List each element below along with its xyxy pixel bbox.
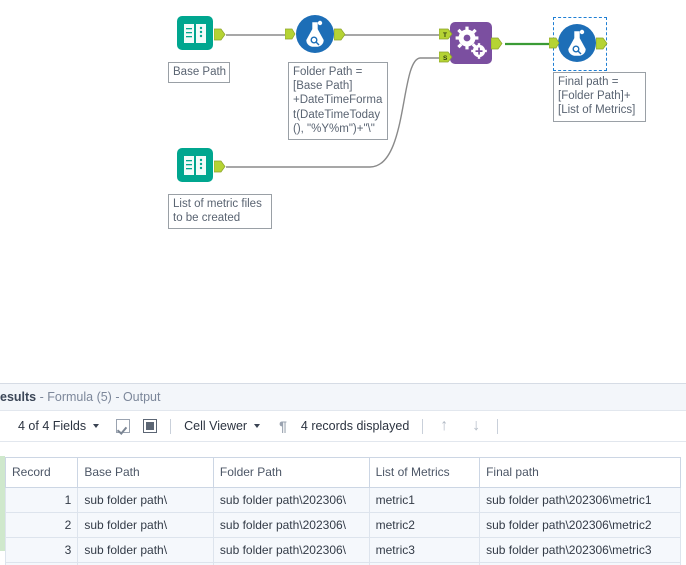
output-port[interactable] [334,28,346,42]
alteryx-designer-window: Base Path Folder Path = [Base Path] +Dat… [0,0,686,565]
records-displayed-label: 4 records displayed [301,419,409,433]
column-header-final-path[interactable]: Final path [480,458,681,488]
fields-selector[interactable]: 4 of 4 Fields [14,411,106,441]
cell-base-path: sub folder path\ [78,538,214,563]
input-port[interactable] [549,37,560,50]
node-text-input-base-path[interactable] [176,13,218,55]
chevron-down-icon [254,424,260,428]
annotation-metric-list: List of metric files to be created [168,194,272,229]
node-append-fields[interactable]: T S [450,22,496,68]
annotation-final-path: Final path = [Folder Path]+ [List of Met… [553,72,646,122]
table-row[interactable]: 1 sub folder path\ sub folder path\20230… [6,488,681,513]
arrow-up-icon: ↑ [436,418,452,434]
cell-list-of-metrics: metric1 [369,488,479,513]
results-title-strong: esults [0,390,36,404]
table-row[interactable]: 2 sub folder path\ sub folder path\20230… [6,513,681,538]
results-pane-title: esults - Formula (5) - Output [0,384,686,410]
svg-text:S: S [443,55,448,62]
cell-folder-path: sub folder path\202306\ [213,538,369,563]
output-port[interactable] [596,37,608,51]
table-row[interactable]: 3 sub folder path\ sub folder path\20230… [6,538,681,563]
checkbox-filled-icon [143,419,157,433]
column-header-base-path[interactable]: Base Path [78,458,214,488]
column-header-list-of-metrics[interactable]: List of Metrics [369,458,479,488]
cell-folder-path: sub folder path\202306\ [213,513,369,538]
node-formula-folder-path[interactable] [294,13,336,55]
cell-base-path: sub folder path\ [78,513,214,538]
results-title-rest: - Formula (5) - Output [36,390,160,404]
toolbar-separator [497,419,498,434]
next-record-button[interactable]: ↓ [464,411,488,441]
cell-record: 2 [6,513,78,538]
column-header-record[interactable]: Record [6,458,78,488]
node-formula-final-path[interactable] [556,22,598,64]
output-port[interactable] [214,160,226,174]
node-text-input-metric-list[interactable] [176,145,218,187]
table-header-row: Record Base Path Folder Path List of Met… [6,458,681,488]
results-pane: esults - Formula (5) - Output 4 of 4 Fie… [0,383,686,565]
arrow-down-icon: ↓ [468,418,484,434]
toolbar-separator [422,419,423,434]
input-port-t[interactable]: T [439,28,453,41]
records-displayed-status: 4 records displayed [297,411,413,441]
cell-final-path: sub folder path\202306\metric1 [480,488,681,513]
input-port[interactable] [285,28,296,41]
output-port[interactable] [491,37,503,51]
show-whitespace-button[interactable]: ¶ [275,411,291,441]
results-data-grid[interactable]: Record Base Path Folder Path List of Met… [5,457,681,565]
cell-record: 1 [6,488,78,513]
pilcrow-icon: ¶ [279,418,287,434]
cell-list-of-metrics: metric2 [369,513,479,538]
chevron-down-icon [93,424,99,428]
fields-selector-label: 4 of 4 Fields [18,419,86,433]
cell-record: 3 [6,538,78,563]
checkbox-checked-icon [116,419,130,433]
results-toolbar: 4 of 4 Fields Cell Viewer ¶ 4 records di… [0,410,686,442]
cell-base-path: sub folder path\ [78,488,214,513]
svg-text:T: T [443,32,447,39]
output-port[interactable] [214,28,226,42]
select-all-fields-button[interactable] [112,411,134,441]
toolbar-separator [170,419,171,434]
cell-final-path: sub folder path\202306\metric2 [480,513,681,538]
cell-list-of-metrics: metric3 [369,538,479,563]
cell-final-path: sub folder path\202306\metric3 [480,538,681,563]
previous-record-button[interactable]: ↑ [432,411,456,441]
workflow-canvas[interactable]: Base Path Folder Path = [Base Path] +Dat… [0,0,686,383]
deselect-all-fields-button[interactable] [139,411,161,441]
annotation-base-path: Base Path [168,62,230,83]
column-header-folder-path[interactable]: Folder Path [213,458,369,488]
cell-folder-path: sub folder path\202306\ [213,488,369,513]
cell-viewer-selector[interactable]: Cell Viewer [180,411,267,441]
cell-viewer-label: Cell Viewer [184,419,247,433]
input-port-s[interactable]: S [439,51,453,64]
annotation-folder-path-formula: Folder Path = [Base Path] +DateTimeForma… [288,62,388,140]
